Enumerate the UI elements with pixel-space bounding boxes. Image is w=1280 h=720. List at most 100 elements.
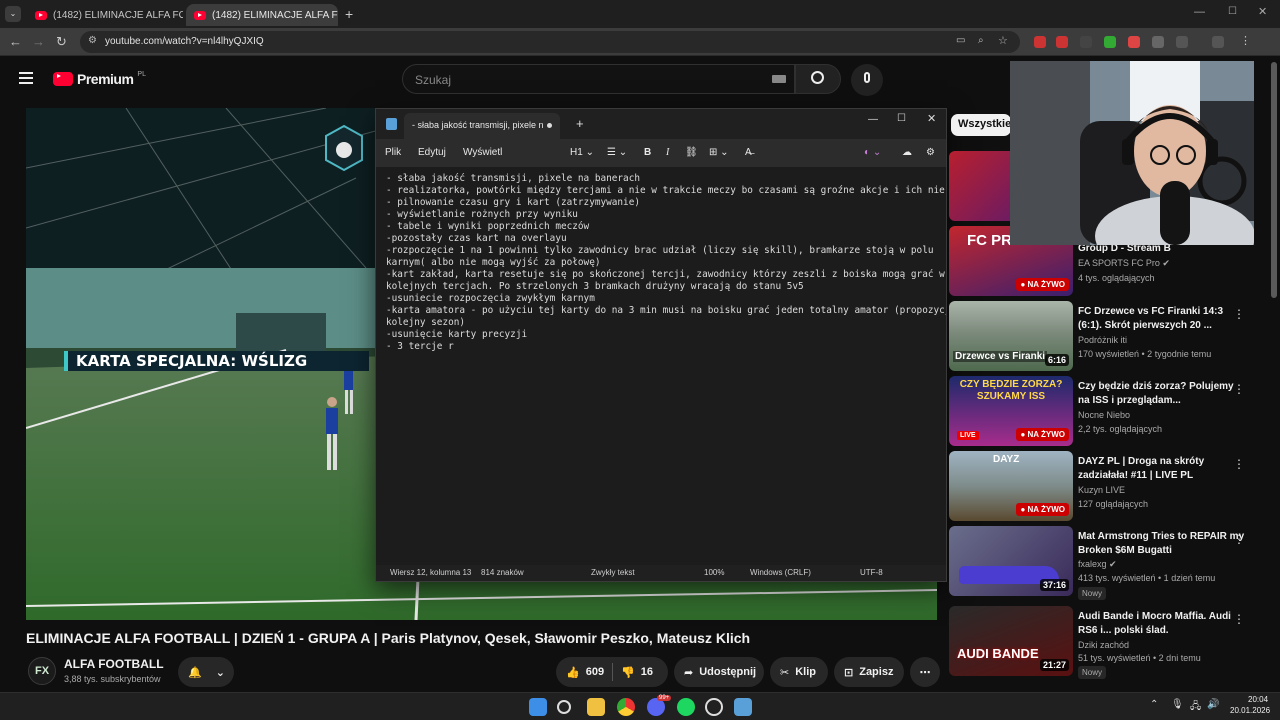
more-options-icon[interactable]: ⋮	[1233, 532, 1245, 546]
clock-time[interactable]: 20:04	[1248, 695, 1268, 704]
volume-icon[interactable]: 🔊	[1207, 699, 1219, 710]
recommended-video[interactable]: Drzewce vs Firanki 6:16 FC Drzewce vs FC…	[949, 301, 1273, 371]
video-thumbnail[interactable]: 37:16	[949, 526, 1073, 596]
channel-name[interactable]: ALFA FOOTBALL	[64, 657, 164, 671]
network-icon[interactable]: 🖧	[1190, 699, 1201, 716]
zoom-icon[interactable]: ⌕	[978, 35, 984, 46]
video-thumbnail[interactable]: AUDI BANDE 21:27	[949, 606, 1073, 676]
italic-icon[interactable]: I	[666, 147, 669, 158]
recommended-video[interactable]: 37:16 Mat Armstrong Tries to REPAIR my B…	[949, 526, 1273, 600]
minimize-window-icon[interactable]: —	[1194, 6, 1205, 18]
channel-name[interactable]: Podróżnik iti	[1078, 335, 1127, 345]
notepad-tab[interactable]: - słaba jakość transmisji, pixele n	[404, 113, 560, 139]
video-thumbnail[interactable]: DAYZ ● NA ŻYWO	[949, 451, 1073, 521]
video-thumbnail[interactable]: CZY BĘDZIE ZORZA? SZUKAMY ISS LIVE ● NA …	[949, 376, 1073, 446]
more-options-icon[interactable]: ⋮	[1233, 612, 1245, 626]
new-tab-button[interactable]: +	[576, 116, 584, 131]
channel-avatar[interactable]: FX	[28, 657, 56, 685]
tab-active[interactable]: (1482) ELIMINACJE ALFA FOOTB ✕	[186, 4, 338, 26]
line-ending[interactable]: Windows (CRLF)	[750, 568, 811, 577]
text-format[interactable]: Zwykły tekst	[591, 568, 635, 577]
more-actions-button[interactable]: ⋯	[910, 657, 940, 687]
video-title[interactable]: DAYZ PL | Droga na skróty zadziałała! #1…	[1078, 455, 1248, 483]
hamburger-menu-icon[interactable]	[19, 72, 33, 84]
site-info-icon[interactable]: ⚙	[88, 35, 97, 46]
like-button[interactable]: 👍 609	[556, 666, 604, 679]
tab-inactive[interactable]: (1482) ELIMINACJE ALFA FO 🔊 ✕	[27, 4, 183, 26]
settings-gear-icon[interactable]: ⚙	[926, 147, 935, 158]
close-window-icon[interactable]: ✕	[1258, 5, 1267, 18]
chrome-icon[interactable]	[617, 698, 635, 716]
new-tab-button[interactable]: +	[345, 6, 353, 22]
channel-name[interactable]: Dziki zachód	[1078, 640, 1129, 650]
voice-search-button[interactable]	[851, 64, 883, 96]
recommended-video[interactable]: DAYZ ● NA ŻYWO DAYZ PL | Droga na skróty…	[949, 451, 1273, 521]
keyboard-icon[interactable]	[772, 75, 786, 83]
notepad-text-area[interactable]: - słaba jakość transmisji, pixele na ban…	[376, 167, 946, 563]
extension-icon[interactable]	[1080, 36, 1092, 48]
menu-view[interactable]: Wyświetl	[463, 147, 502, 158]
reload-icon[interactable]: ↻	[56, 34, 67, 50]
extension-icon[interactable]	[1034, 36, 1046, 48]
clip-button[interactable]: ✂ Klip	[770, 657, 828, 687]
extensions-puzzle-icon[interactable]	[1176, 36, 1188, 48]
channel-name[interactable]: EA SPORTS FC Pro ✔	[1078, 258, 1170, 269]
search-input[interactable]: Szukaj	[402, 64, 795, 94]
unsaved-dot-icon[interactable]	[547, 123, 552, 128]
encoding[interactable]: UTF-8	[860, 568, 883, 577]
maximize-icon[interactable]: ☐	[897, 113, 906, 124]
video-thumbnail[interactable]: Drzewce vs Firanki 6:16	[949, 301, 1073, 371]
extension-icon[interactable]	[1104, 36, 1116, 48]
subscription-bell-button[interactable]: 🔔 ⌄	[178, 657, 234, 687]
spotify-icon[interactable]	[677, 698, 695, 716]
obs-icon[interactable]	[705, 698, 723, 716]
menu-edit[interactable]: Edytuj	[418, 147, 446, 158]
extension-icon[interactable]	[1128, 36, 1140, 48]
extension-icon[interactable]	[1056, 36, 1068, 48]
recommended-video[interactable]: AUDI BANDE 21:27 Audi Bande i Mocro Maff…	[949, 606, 1273, 679]
video-title[interactable]: Audi Bande i Mocro Maffia. Audi RS6 i...…	[1078, 610, 1248, 638]
clear-format-icon[interactable]: A̶	[745, 147, 752, 158]
file-explorer-icon[interactable]	[587, 698, 605, 716]
windows-start-icon[interactable]	[529, 698, 547, 716]
share-button[interactable]: ➦ Udostępnij	[674, 657, 764, 687]
heading-dropdown[interactable]: H1 ⌄	[570, 147, 594, 158]
channel-name[interactable]: Kuzyn LIVE	[1078, 485, 1125, 495]
back-icon[interactable]: ←	[9, 34, 22, 49]
search-button[interactable]	[795, 64, 841, 94]
close-icon[interactable]: ✕	[927, 112, 936, 125]
filter-chip-all[interactable]: Wszystkie	[951, 114, 1011, 136]
menu-file[interactable]: Plik	[385, 147, 401, 158]
forward-icon[interactable]: →	[32, 34, 45, 49]
channel-name[interactable]: Nocne Niebo	[1078, 410, 1130, 420]
copilot-icon[interactable]: ◐ ⌄	[864, 147, 881, 158]
more-options-icon[interactable]: ⋮	[1233, 382, 1245, 396]
more-options-icon[interactable]: ⋮	[1233, 307, 1245, 321]
zoom-level[interactable]: 100%	[704, 568, 724, 577]
tab-list-button[interactable]: ⌄	[5, 6, 21, 22]
reading-list-icon[interactable]	[1212, 36, 1224, 48]
microphone-tray-icon[interactable]: 🎙	[1171, 699, 1184, 710]
video-title[interactable]: FC Drzewce vs FC Firanki 14:3 (6:1). Skr…	[1078, 305, 1248, 333]
bookmark-star-icon[interactable]: ☆	[998, 34, 1008, 47]
dislike-button[interactable]: 👎 16	[621, 666, 653, 679]
screen-cast-icon[interactable]: ▭	[956, 35, 965, 46]
bold-icon[interactable]: B	[644, 147, 651, 158]
url-field[interactable]: ⚙ youtube.com/watch?v=nl4lhyQJXIQ ▭ ⌕ ☆	[80, 31, 1020, 53]
account-icon[interactable]: ☁	[902, 147, 912, 158]
minimize-icon[interactable]: —	[868, 114, 878, 125]
extension-icon[interactable]	[1152, 36, 1164, 48]
list-icon[interactable]: ☰ ⌄	[607, 147, 627, 158]
taskbar-search-icon[interactable]	[557, 700, 571, 714]
notepad-taskbar-icon[interactable]	[734, 698, 752, 716]
tray-overflow-icon[interactable]: ⌃	[1150, 699, 1158, 710]
maximize-window-icon[interactable]: ☐	[1228, 6, 1237, 17]
menu-dots-icon[interactable]: ⋮	[1240, 34, 1252, 47]
page-scrollbar[interactable]	[1271, 62, 1277, 298]
more-options-icon[interactable]: ⋮	[1233, 457, 1245, 471]
recommended-video[interactable]: CZY BĘDZIE ZORZA? SZUKAMY ISS LIVE ● NA …	[949, 376, 1273, 446]
channel-name[interactable]: fxalexg ✔	[1078, 559, 1117, 570]
youtube-logo[interactable]: Premium PL	[53, 71, 146, 87]
video-title[interactable]: Czy będzie dziś zorza? Polujemy na ISS i…	[1078, 380, 1248, 408]
clock-date[interactable]: 20.01.2026	[1230, 706, 1270, 715]
